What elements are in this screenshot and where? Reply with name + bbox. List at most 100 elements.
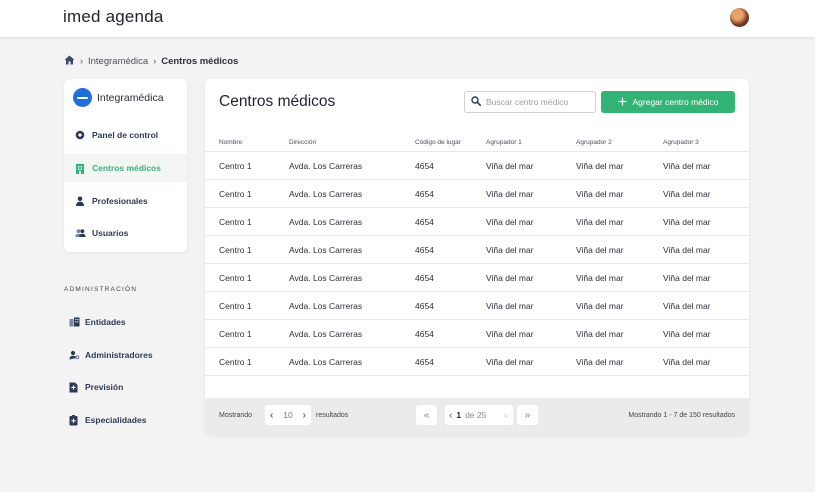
- admin-item-administradores[interactable]: Administradores: [69, 348, 153, 362]
- page-count: de 25: [465, 410, 487, 420]
- prev-page-icon[interactable]: ‹: [449, 410, 452, 421]
- column-header-direccion[interactable]: Dirección: [289, 139, 316, 146]
- table-row[interactable]: Centro 1 Avda. Los Carreras 4654 Viña de…: [205, 152, 749, 180]
- cell-agrupador-3: Viña del mar: [663, 357, 711, 367]
- cell-nombre: Centro 1: [219, 357, 252, 367]
- cell-agrupador-3: Viña del mar: [663, 161, 711, 171]
- page-title: Centros médicos: [219, 93, 336, 110]
- cell-codigo: 4654: [415, 161, 434, 171]
- cell-direccion: Avda. Los Carreras: [289, 273, 363, 283]
- cell-agrupador-2: Viña del mar: [576, 161, 624, 171]
- cell-agrupador-2: Viña del mar: [576, 245, 624, 255]
- cell-codigo: 4654: [415, 357, 434, 367]
- admin-item-prevision[interactable]: Previsión: [69, 380, 123, 394]
- cell-agrupador-2: Viña del mar: [576, 273, 624, 283]
- cell-nombre: Centro 1: [219, 329, 252, 339]
- cell-agrupador-3: Viña del mar: [663, 245, 711, 255]
- next-page-icon[interactable]: ›: [504, 410, 507, 420]
- breadcrumb-current: Centros médicos: [161, 55, 239, 67]
- search-input[interactable]: [486, 97, 591, 107]
- cell-direccion: Avda. Los Carreras: [289, 301, 363, 311]
- breadcrumb-link[interactable]: Integramédica: [88, 56, 148, 67]
- entities-icon: [69, 317, 80, 327]
- cell-direccion: Avda. Los Carreras: [289, 245, 363, 255]
- cell-agrupador-1: Viña del mar: [486, 189, 534, 199]
- cell-nombre: Centro 1: [219, 273, 252, 283]
- sidebar-item-centros-medicos[interactable]: Centros médicos: [64, 154, 187, 182]
- showing-label: Mostrando: [219, 412, 253, 419]
- column-header-nombre[interactable]: Nombre: [219, 139, 242, 146]
- table-row[interactable]: Centro 1 Avda. Los Carreras 4654 Viña de…: [205, 292, 749, 320]
- cell-agrupador-3: Viña del mar: [663, 301, 711, 311]
- table-footer: Mostrando ‹ 10 › resultados « ‹ 1 de 25 …: [205, 398, 749, 435]
- sidebar-item-profesionales[interactable]: Profesionales: [64, 187, 187, 215]
- cell-agrupador-1: Viña del mar: [486, 273, 534, 283]
- search-icon: [471, 93, 481, 111]
- column-header-agrupador-3[interactable]: Agrupador 3: [663, 139, 699, 146]
- table-row[interactable]: Centro 1 Avda. Los Carreras 4654 Viña de…: [205, 348, 749, 376]
- table-row[interactable]: Centro 1 Avda. Los Carreras 4654 Viña de…: [205, 180, 749, 208]
- building-icon: [75, 163, 85, 174]
- page-selector[interactable]: ‹ 1 de 25 ›: [445, 405, 513, 425]
- table-row[interactable]: Centro 1 Avda. Los Carreras 4654 Viña de…: [205, 208, 749, 236]
- chevron-left-icon[interactable]: ‹: [270, 410, 273, 421]
- page-size-value: 10: [283, 410, 293, 420]
- cell-agrupador-2: Viña del mar: [576, 301, 624, 311]
- table-body: Centro 1 Avda. Los Carreras 4654 Viña de…: [205, 152, 749, 376]
- top-bar: imed agenda: [0, 0, 815, 37]
- cell-agrupador-3: Viña del mar: [663, 329, 711, 339]
- double-chevron-left-icon: «: [423, 409, 430, 421]
- cell-agrupador-3: Viña del mar: [663, 217, 711, 227]
- cell-agrupador-2: Viña del mar: [576, 217, 624, 227]
- sidebar-item-label: Usuarios: [92, 228, 129, 238]
- sidebar-item-usuarios[interactable]: Usuarios: [64, 219, 187, 247]
- table-row[interactable]: Centro 1 Avda. Los Carreras 4654 Viña de…: [205, 264, 749, 292]
- current-page: 1: [456, 410, 462, 420]
- page-size-stepper[interactable]: ‹ 10 ›: [265, 405, 311, 425]
- cell-direccion: Avda. Los Carreras: [289, 329, 363, 339]
- double-chevron-right-icon: »: [524, 409, 531, 421]
- home-icon[interactable]: [64, 55, 75, 68]
- plus-icon: [618, 97, 627, 108]
- add-center-button[interactable]: Agregar centro médico: [601, 91, 735, 113]
- cell-agrupador-1: Viña del mar: [486, 357, 534, 367]
- user-avatar[interactable]: [730, 8, 749, 27]
- cell-codigo: 4654: [415, 301, 434, 311]
- admin-item-entidades[interactable]: Entidades: [69, 315, 126, 329]
- results-label: resultados: [316, 412, 349, 419]
- column-header-agrupador-2[interactable]: Agrupador 2: [576, 139, 612, 146]
- sidebar-item-panel-de-control[interactable]: Panel de control: [64, 121, 187, 149]
- breadcrumb: › Integramédica › Centros médicos: [64, 54, 238, 68]
- admin-item-label: Previsión: [85, 382, 124, 392]
- last-page-button[interactable]: »: [517, 405, 538, 425]
- cell-direccion: Avda. Los Carreras: [289, 189, 363, 199]
- app-logo[interactable]: imed agenda: [63, 7, 164, 27]
- cell-nombre: Centro 1: [219, 161, 252, 171]
- table-row[interactable]: Centro 1 Avda. Los Carreras 4654 Viña de…: [205, 236, 749, 264]
- cell-agrupador-1: Viña del mar: [486, 161, 534, 171]
- chevron-right-icon: ›: [80, 56, 83, 66]
- cell-codigo: 4654: [415, 245, 434, 255]
- chevron-right-icon[interactable]: ›: [303, 410, 306, 421]
- cell-codigo: 4654: [415, 273, 434, 283]
- cell-agrupador-3: Viña del mar: [663, 189, 711, 199]
- cell-codigo: 4654: [415, 217, 434, 227]
- chevron-right-icon: ›: [153, 56, 157, 66]
- table-row[interactable]: Centro 1 Avda. Los Carreras 4654 Viña de…: [205, 320, 749, 348]
- document-icon: [69, 382, 79, 393]
- cell-agrupador-3: Viña del mar: [663, 273, 711, 283]
- cell-agrupador-1: Viña del mar: [486, 217, 534, 227]
- cell-agrupador-1: Viña del mar: [486, 329, 534, 339]
- cell-direccion: Avda. Los Carreras: [289, 161, 363, 171]
- search-box[interactable]: [464, 91, 596, 113]
- first-page-button[interactable]: «: [416, 405, 437, 425]
- sidebar-item-label: Centros médicos: [92, 163, 161, 173]
- cell-agrupador-1: Viña del mar: [486, 301, 534, 311]
- org-header[interactable]: Integramédica: [73, 88, 164, 107]
- org-logo: [73, 88, 92, 107]
- column-header-codigo[interactable]: Código de lugar: [415, 139, 461, 146]
- column-header-agrupador-1[interactable]: Agrupador 1: [486, 139, 522, 146]
- cell-nombre: Centro 1: [219, 217, 252, 227]
- admin-item-especialidades[interactable]: Especialidades: [69, 413, 146, 427]
- medical-box-icon: [69, 415, 79, 426]
